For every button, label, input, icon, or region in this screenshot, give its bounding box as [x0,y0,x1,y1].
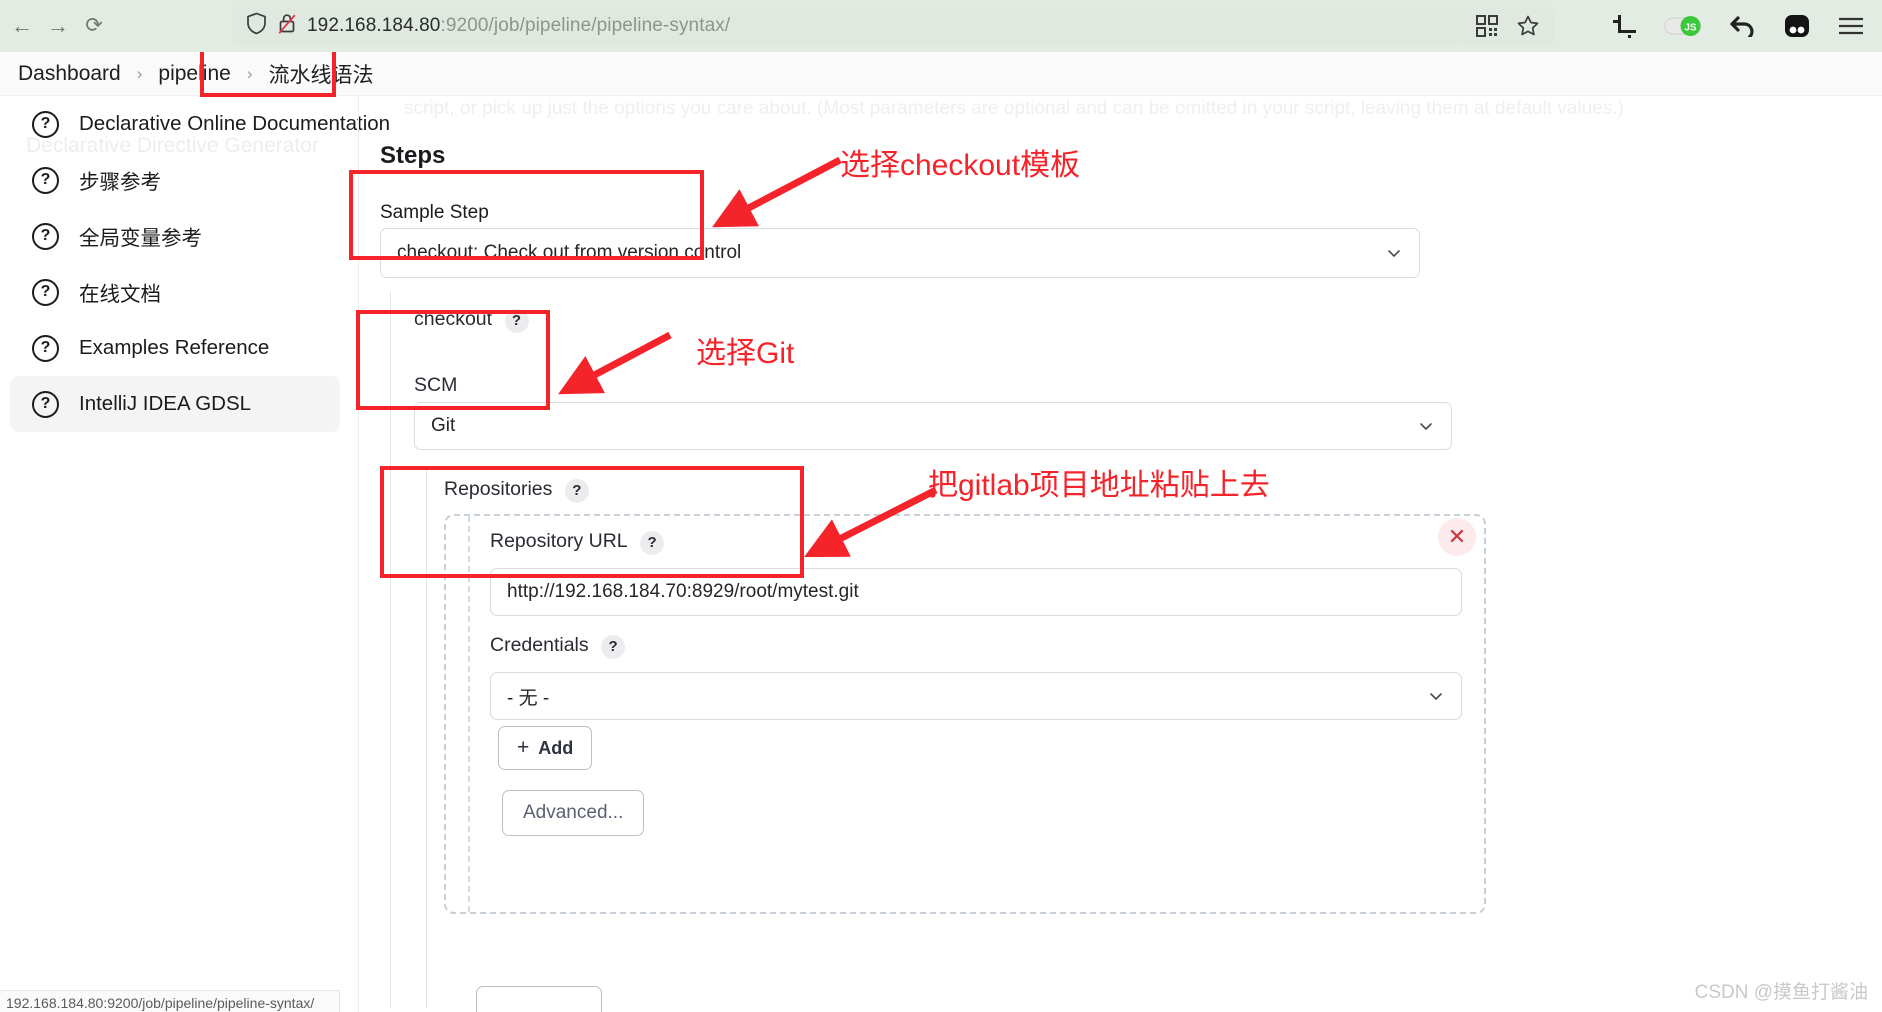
star-icon[interactable] [1516,14,1540,38]
repositories-label: Repositories ? [444,478,589,503]
chevron-down-icon [1430,693,1442,700]
sidebar-item-label: Examples Reference [79,336,270,359]
delete-repository-button[interactable]: ✕ [1438,518,1476,556]
advanced-button[interactable]: Advanced... [502,790,645,836]
browser-extension-toolbar: JS [1613,8,1874,44]
sidebar-item-global-variable-reference[interactable]: ? 全局变量参考 [10,208,340,264]
page-content: Dashboard › pipeline › 流水线语法 script, or … [0,52,1882,1012]
annotation-text-checkout: 选择checkout模板 [840,149,1081,182]
help-icon[interactable]: ? [504,308,529,333]
chevron-down-icon [1420,423,1432,430]
undo-arrow-icon[interactable] [1730,15,1756,37]
sidebar-item-online-documentation[interactable]: ? 在线文档 [10,264,340,320]
plus-icon: + [517,736,530,759]
sample-step-value: checkout: Check out from version control [397,242,742,263]
sidebar-item-examples-reference[interactable]: ? Examples Reference [10,320,340,376]
sidebar-item-steps-reference[interactable]: ? 步骤参考 [10,152,340,208]
sidebar-item-intellij-idea-gdsl[interactable]: ? IntelliJ IDEA GDSL [10,376,340,432]
breadcrumb-separator: › [246,63,253,83]
sidebar-item-declarative-online-documentation[interactable]: ? Declarative Online Documentation [10,96,390,152]
scm-select[interactable]: Git [414,402,1452,450]
chevron-down-icon [1388,250,1400,257]
annotation-text-repo-url: 把gitlab项目地址粘贴上去 [928,469,1270,502]
crop-icon[interactable] [1613,14,1636,38]
url-text: 192.168.184.80:9200/job/pipeline/pipelin… [307,15,731,36]
help-icon[interactable]: ? [564,478,589,503]
address-bar-actions [1462,7,1554,45]
help-circle-icon: ? [32,222,59,250]
watermark: CSDN @摸鱼打酱油 [1694,982,1868,1003]
checkout-group-label: checkout ? [414,308,529,333]
advanced-button-label: Advanced... [523,802,624,823]
help-circle-icon: ? [32,166,59,194]
back-button[interactable]: ← [6,10,38,42]
hamburger-menu-icon[interactable] [1838,16,1864,36]
content-divider [358,96,359,1012]
sidebar-item-label: 步骤参考 [79,171,161,194]
extension-icon[interactable] [1784,14,1810,38]
forward-button[interactable]: → [42,10,74,42]
indent-guide [426,468,427,1008]
javascript-toggle-icon[interactable]: JS [1664,15,1702,37]
status-bar: 192.168.184.80:9200/job/pipeline/pipelin… [0,990,340,1012]
sample-step-select[interactable]: checkout: Check out from version control [380,228,1420,278]
help-icon[interactable]: ? [601,634,626,659]
shield-icon [246,12,267,40]
sidebar-item-label: Declarative Online Documentation [79,112,391,135]
breadcrumb-item-pipeline-syntax[interactable]: 流水线语法 [260,59,381,89]
sidebar-item-label: IntelliJ IDEA GDSL [79,392,252,415]
breadcrumb-separator: › [136,63,143,83]
sidebar-item-label: 全局变量参考 [79,227,202,250]
sidebar-item-label: 在线文档 [79,283,161,306]
indent-guide [390,292,391,1008]
repository-indent-guide [468,516,470,912]
add-credentials-button[interactable]: + Add [498,726,593,770]
help-circle-icon: ? [32,278,59,306]
breadcrumb-item-pipeline[interactable]: pipeline [150,62,238,86]
breadcrumb: Dashboard › pipeline › 流水线语法 [0,52,1882,96]
scm-label: SCM [414,374,458,396]
add-button-label: Add [538,737,574,758]
sample-step-label: Sample Step [380,202,489,223]
scm-value: Git [431,415,456,436]
help-icon[interactable]: ? [640,530,665,555]
bottom-partial-button[interactable] [476,986,602,1012]
sidebar: ? Declarative Online Documentation ? 步骤参… [0,96,390,432]
svg-text:JS: JS [1684,23,1697,34]
browser-toolbar: ← → ⟳ 192.168.184.80:9200/job/pipeline/p… [0,0,1882,52]
credentials-value: - 无 - [507,687,550,709]
help-circle-icon: ? [32,110,59,138]
credentials-select[interactable]: - 无 - [490,672,1462,720]
reload-button[interactable]: ⟳ [78,10,110,42]
annotation-text-git: 选择Git [696,337,795,370]
qr-code-icon[interactable] [1476,15,1498,37]
breadcrumb-item-dashboard[interactable]: Dashboard [10,62,129,86]
address-bar[interactable]: 192.168.184.80:9200/job/pipeline/pipelin… [232,7,1462,45]
credentials-label: Credentials ? [490,634,626,659]
insecure-lock-icon [277,12,297,40]
repository-url-input[interactable] [490,568,1462,616]
background-help-text: script, or pick up just the options you … [404,98,1624,119]
help-circle-icon: ? [32,390,59,418]
page-title: Steps [380,142,446,169]
repository-url-label: Repository URL ? [490,530,665,555]
annotation-arrow-git [558,331,672,395]
help-circle-icon: ? [32,334,59,362]
